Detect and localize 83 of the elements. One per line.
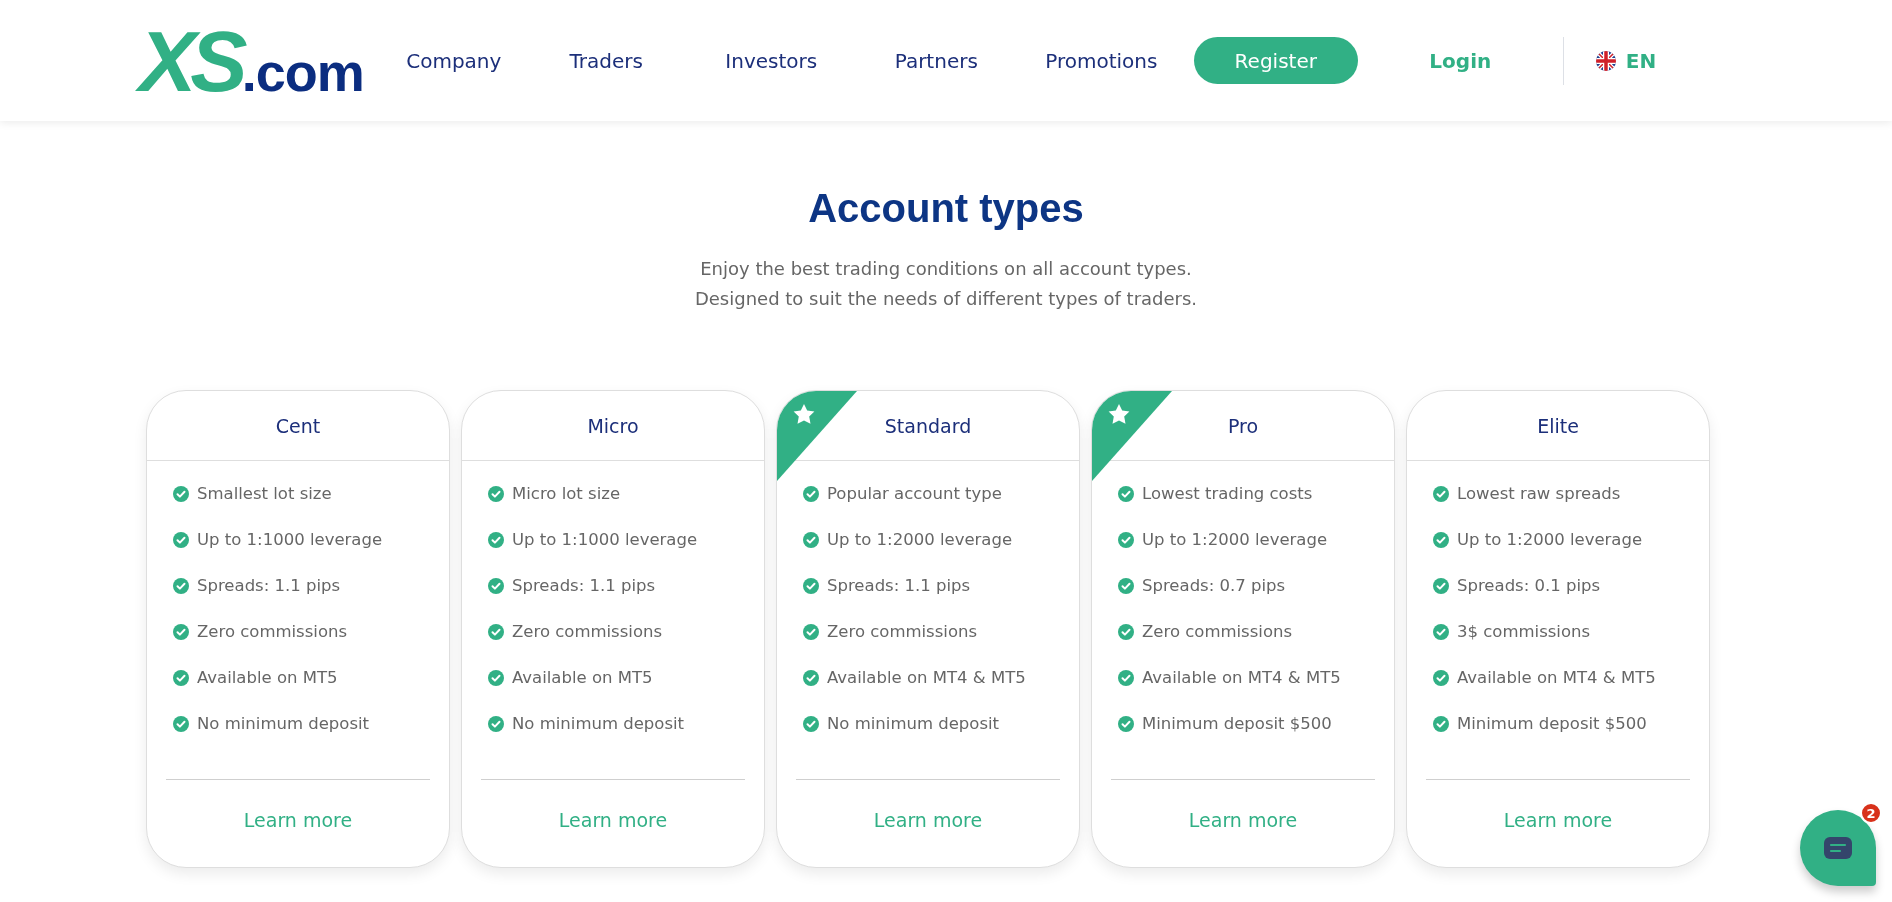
feature-text: Zero commissions [827, 621, 978, 643]
check-icon [1118, 486, 1134, 502]
nav-link[interactable]: Company [383, 48, 524, 73]
feature-text: Up to 1:2000 leverage [1457, 529, 1643, 551]
check-icon [1433, 670, 1449, 686]
check-icon [1118, 624, 1134, 640]
check-icon [1118, 716, 1134, 732]
feature-text: No minimum deposit [197, 713, 370, 735]
chat-button[interactable] [1800, 810, 1876, 886]
check-icon [488, 532, 504, 548]
register-button[interactable]: Register [1193, 37, 1358, 84]
feature-text: Spreads: 1.1 pips [197, 575, 341, 597]
feature-text: Available on MT5 [512, 667, 653, 689]
feature-text: Zero commissions [512, 621, 663, 643]
subtitle-text: Enjoy the best trading conditions on all account types. [700, 257, 1192, 281]
check-icon [1433, 578, 1449, 594]
check-icon [488, 624, 504, 640]
feature-text: Minimum deposit $500 [1457, 713, 1647, 735]
check-icon [488, 486, 504, 502]
language-selector[interactable]: EN [1595, 48, 1657, 73]
check-icon [173, 716, 189, 732]
check-icon [803, 716, 819, 732]
feature-text: Up to 1:1000 leverage [512, 529, 698, 551]
check-icon [1433, 486, 1449, 502]
check-icon [173, 578, 189, 594]
learn-more-link[interactable]: Learn more [873, 809, 983, 831]
check-icon [173, 670, 189, 686]
feature-text: Lowest trading costs [1142, 483, 1313, 505]
check-icon [1433, 532, 1449, 548]
feature-text: Popular account type [827, 483, 1002, 505]
feature-text: Up to 1:2000 leverage [1142, 529, 1328, 551]
feature-text: Zero commissions [1142, 621, 1293, 643]
chat-icon [1824, 837, 1852, 859]
check-icon [173, 486, 189, 502]
feature-text: No minimum deposit [827, 713, 1000, 735]
check-icon [488, 670, 504, 686]
check-icon [173, 532, 189, 548]
check-icon [488, 716, 504, 732]
learn-more-link[interactable]: Learn more [243, 809, 353, 831]
feature-text: 3$ commissions [1457, 621, 1591, 643]
feature-text: Smallest lot size [197, 483, 332, 505]
check-icon [803, 624, 819, 640]
nav-link[interactable]: Promotions [1018, 48, 1184, 73]
check-icon [803, 670, 819, 686]
subtitle-text: Designed to suit the needs of different types of traders. [694, 287, 1198, 311]
card-title: Cent [147, 391, 449, 461]
nav-link[interactable]: Investors [688, 48, 854, 73]
feature-text: No minimum deposit [512, 713, 685, 735]
check-icon [488, 578, 504, 594]
check-icon [803, 532, 819, 548]
feature-text: Up to 1:1000 leverage [197, 529, 383, 551]
card-title: Elite [1407, 391, 1709, 461]
login-link[interactable]: Login [1357, 48, 1563, 73]
check-icon [803, 578, 819, 594]
feature-text: Spreads: 0.7 pips [1142, 575, 1286, 597]
flag-icon [1595, 50, 1616, 71]
feature-text: Micro lot size [512, 483, 621, 505]
learn-more-link[interactable]: Learn more [558, 809, 668, 831]
feature-text: Zero commissions [197, 621, 348, 643]
feature-text: Up to 1:2000 leverage [827, 529, 1013, 551]
feature-text: Available on MT4 & MT5 [1142, 667, 1341, 689]
feature-text: Spreads: 1.1 pips [827, 575, 971, 597]
feature-text: Minimum deposit $500 [1142, 713, 1332, 735]
check-icon [1118, 578, 1134, 594]
notification-badge: 2 [1860, 802, 1882, 824]
learn-more-link[interactable]: Learn more [1188, 809, 1298, 831]
learn-more-link[interactable]: Learn more [1503, 809, 1613, 831]
check-icon [1118, 670, 1134, 686]
feature-text: Available on MT4 & MT5 [1457, 667, 1656, 689]
nav-link[interactable]: Partners [853, 48, 1019, 73]
check-icon [1433, 624, 1449, 640]
check-icon [1118, 532, 1134, 548]
check-icon [803, 486, 819, 502]
feature-text: Spreads: 0.1 pips [1457, 575, 1601, 597]
nav-link[interactable]: Traders [523, 48, 689, 73]
feature-text: Spreads: 1.1 pips [512, 575, 656, 597]
card-title: Micro [462, 391, 764, 461]
feature-text: Available on MT5 [197, 667, 338, 689]
check-icon [1433, 716, 1449, 732]
feature-text: Available on MT4 & MT5 [827, 667, 1026, 689]
feature-text: Lowest raw spreads [1457, 483, 1621, 505]
check-icon [173, 624, 189, 640]
section-title: Account types [808, 185, 1084, 232]
